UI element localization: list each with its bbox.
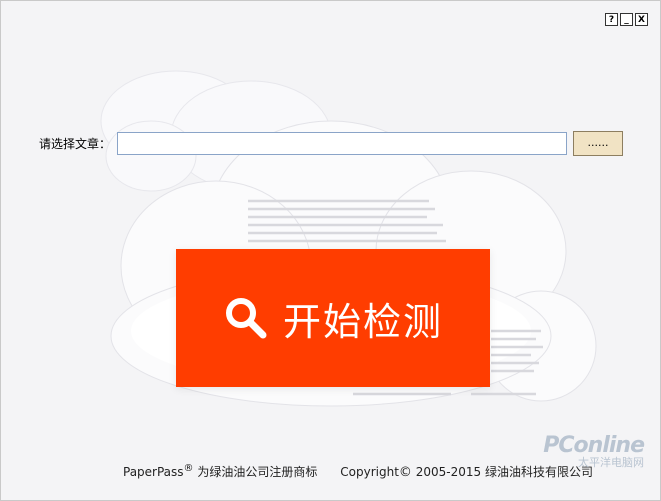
registered-mark: ® (183, 463, 194, 474)
file-select-row: 请选择文章： ...... (39, 131, 623, 156)
watermark: PConline 太平洋电脑网 (543, 433, 645, 470)
start-check-label: 开始检测 (282, 299, 443, 344)
footer-text: PaperPass® 为绿油油公司注册商标 Copyright© 2005-20… (123, 463, 593, 480)
brand-name: PaperPass (123, 465, 184, 479)
minimize-button[interactable]: _ (620, 13, 633, 26)
copyright-symbol: © (398, 465, 412, 480)
app-window: ? _ X 请选择文章： ...... 开始检测 PaperPass® 为绿油油… (0, 0, 661, 501)
start-check-button[interactable]: 开始检测 (176, 249, 490, 387)
file-path-input[interactable] (117, 132, 567, 155)
window-controls: ? _ X (605, 13, 648, 26)
select-article-label: 请选择文章： (39, 137, 112, 151)
trademark-text: 为绿油油公司注册商标 (193, 465, 318, 479)
help-button[interactable]: ? (605, 13, 618, 26)
close-button[interactable]: X (635, 13, 648, 26)
browse-button[interactable]: ...... (573, 131, 623, 156)
copyright-word: Copyright (340, 465, 399, 479)
search-icon (225, 298, 267, 339)
